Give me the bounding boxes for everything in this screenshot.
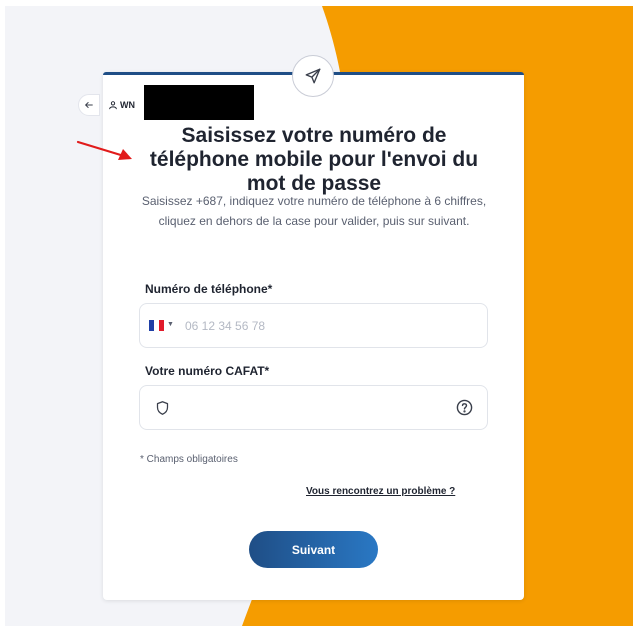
france-flag-icon[interactable] bbox=[149, 320, 164, 331]
user-chip: WN bbox=[108, 96, 135, 114]
problem-link[interactable]: Vous rencontrez un problème ? bbox=[306, 486, 455, 497]
shield-icon bbox=[156, 401, 169, 415]
arrow-left-icon bbox=[85, 102, 93, 108]
user-icon bbox=[109, 101, 117, 110]
page-title: Saisissez votre numéro de téléphone mobi… bbox=[149, 124, 479, 195]
page-subtitle: Saisissez +687, indiquez votre numéro de… bbox=[141, 194, 487, 228]
annotation-arrow bbox=[76, 140, 132, 160]
back-button[interactable] bbox=[78, 94, 100, 116]
send-icon bbox=[305, 68, 321, 84]
phone-field: ▼ bbox=[139, 303, 488, 348]
send-badge bbox=[292, 55, 334, 97]
phone-label: Numéro de téléphone* bbox=[145, 282, 273, 296]
user-label: WN bbox=[120, 100, 135, 110]
help-circle-icon[interactable] bbox=[456, 399, 473, 416]
phone-input[interactable] bbox=[185, 316, 465, 336]
cafat-label: Votre numéro CAFAT* bbox=[145, 364, 270, 378]
cafat-field bbox=[139, 385, 488, 430]
submit-button[interactable]: Suivant bbox=[249, 531, 378, 568]
required-fields-note: * Champs obligatoires bbox=[140, 454, 238, 465]
redaction-box bbox=[144, 85, 254, 120]
chevron-down-icon[interactable]: ▼ bbox=[167, 321, 174, 328]
cafat-input[interactable] bbox=[180, 398, 450, 418]
